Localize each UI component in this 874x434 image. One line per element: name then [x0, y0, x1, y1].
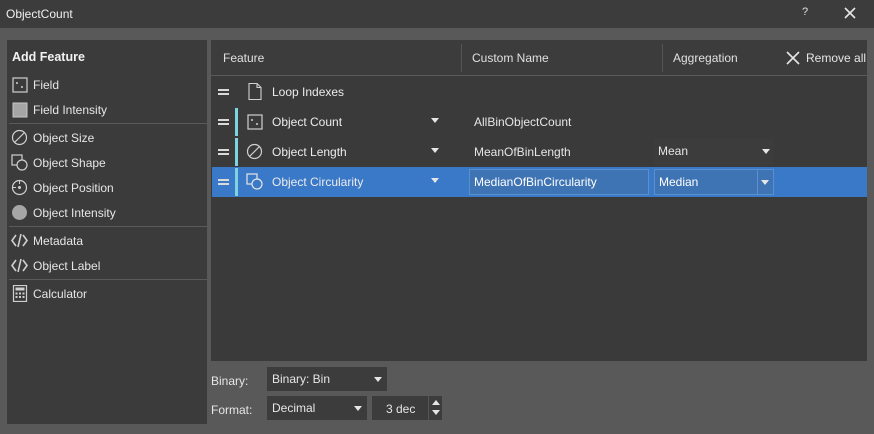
chevron-down-icon: [761, 180, 769, 185]
format-value: Decimal: [272, 401, 316, 415]
chevron-down-icon[interactable]: [432, 410, 440, 415]
drag-handle-icon[interactable]: [218, 88, 229, 96]
code-icon: [11, 232, 28, 249]
chevron-up-icon[interactable]: [432, 400, 440, 405]
object-intensity-icon: [11, 204, 28, 221]
binary-value: Binary: Bin: [272, 372, 331, 386]
table-row-selected[interactable]: Object Circularity MedianOfBinCircularit…: [212, 167, 867, 197]
field-icon: [246, 113, 263, 130]
add-feature-metadata-label: Metadata: [33, 233, 84, 248]
add-feature-calculator-label: Calculator: [33, 286, 88, 301]
close-icon: [844, 7, 856, 19]
help-button[interactable]: ?: [798, 6, 812, 22]
add-feature-calculator[interactable]: Calculator: [7, 281, 207, 306]
row-custom-name[interactable]: AllBinObjectCount: [474, 115, 571, 129]
format-label: Format:: [211, 403, 253, 417]
calculator-icon: [11, 285, 28, 302]
close-icon: [786, 51, 800, 65]
object-shape-icon: [11, 154, 28, 171]
row-accent-bar: [235, 108, 238, 136]
field-intensity-icon: [11, 101, 28, 118]
add-feature-field-intensity-label: Field Intensity: [33, 102, 108, 117]
add-feature-panel: Add Feature Field Field Intensity Object…: [7, 40, 207, 424]
aggregation-value: Mean: [658, 144, 689, 158]
spin-buttons: [428, 396, 442, 420]
column-divider: [461, 44, 462, 72]
document-icon: [246, 83, 263, 100]
title-bar: ObjectCount ?: [0, 0, 874, 28]
remove-all-button[interactable]: Remove all: [785, 49, 866, 67]
table-header: Feature Custom Name Aggregation Remove a…: [211, 40, 867, 76]
column-divider: [662, 44, 663, 72]
aggregation-select[interactable]: Mean: [654, 139, 774, 165]
row-custom-name[interactable]: MeanOfBinLength: [474, 145, 571, 159]
decimals-spinbox[interactable]: 3 dec: [372, 396, 442, 420]
add-feature-field-label: Field: [33, 77, 60, 92]
drag-handle-icon[interactable]: [218, 148, 229, 156]
add-feature-object-shape[interactable]: Object Shape: [7, 150, 207, 175]
remove-all-label: Remove all: [806, 51, 867, 65]
row-feature-label: Loop Indexes: [272, 85, 345, 99]
add-feature-object-label[interactable]: Object Label: [7, 253, 207, 278]
object-size-icon: [11, 129, 28, 146]
chevron-down-icon[interactable]: [431, 118, 439, 123]
table-row[interactable]: Object Count AllBinObjectCount: [212, 107, 867, 137]
column-header-aggregation: Aggregation: [673, 51, 738, 65]
add-feature-object-position-label: Object Position: [33, 180, 114, 195]
drag-handle-icon[interactable]: [218, 178, 229, 186]
divider: [9, 123, 207, 124]
aggregation-select[interactable]: Median: [654, 169, 774, 195]
feature-table: Feature Custom Name Aggregation Remove a…: [211, 40, 867, 361]
binary-label: Binary:: [211, 374, 249, 388]
decimals-value[interactable]: 3 dec: [386, 402, 415, 416]
field-icon: [11, 76, 28, 93]
add-feature-object-intensity[interactable]: Object Intensity: [7, 200, 207, 225]
add-feature-object-intensity-label: Object Intensity: [33, 205, 116, 220]
add-feature-object-size-label: Object Size: [33, 130, 95, 145]
aggregation-value: Median: [659, 175, 699, 189]
custom-name-input[interactable]: MedianOfBinCircularity: [469, 169, 649, 195]
row-accent-bar: [235, 138, 238, 166]
table-row[interactable]: Loop Indexes: [212, 77, 867, 107]
row-feature-label: Object Count: [272, 115, 343, 129]
code-icon: [11, 257, 28, 274]
add-feature-field[interactable]: Field: [7, 72, 207, 97]
row-feature-label: Object Length: [272, 145, 347, 159]
divider: [9, 279, 207, 280]
chevron-down-icon: [762, 149, 770, 154]
add-feature-field-intensity[interactable]: Field Intensity: [7, 97, 207, 122]
add-feature-object-position[interactable]: Object Position: [7, 175, 207, 200]
chevron-down-icon: [374, 377, 382, 382]
add-feature-object-label-label: Object Label: [33, 258, 101, 273]
divider: [9, 226, 207, 227]
column-header-feature: Feature: [223, 51, 265, 65]
column-header-custom-name: Custom Name: [472, 51, 549, 65]
table-row[interactable]: Object Length MeanOfBinLength Mean: [212, 137, 867, 167]
chevron-down-icon[interactable]: [431, 148, 439, 153]
add-feature-object-size[interactable]: Object Size: [7, 125, 207, 150]
add-feature-header: Add Feature: [12, 50, 85, 64]
chevron-down-icon[interactable]: [431, 178, 439, 183]
object-size-icon: [246, 143, 263, 160]
window-title: ObjectCount: [6, 7, 73, 21]
close-button[interactable]: [838, 4, 862, 24]
add-feature-object-shape-label: Object Shape: [33, 155, 106, 170]
object-shape-icon: [246, 173, 263, 190]
drag-handle-icon[interactable]: [218, 118, 229, 126]
row-accent-bar: [235, 168, 238, 196]
format-select[interactable]: Decimal: [267, 396, 367, 420]
object-position-icon: [11, 179, 28, 196]
binary-select[interactable]: Binary: Bin: [267, 367, 387, 391]
row-feature-label: Object Circularity: [272, 175, 364, 189]
chevron-down-icon: [354, 406, 362, 411]
add-feature-metadata[interactable]: Metadata: [7, 228, 207, 253]
